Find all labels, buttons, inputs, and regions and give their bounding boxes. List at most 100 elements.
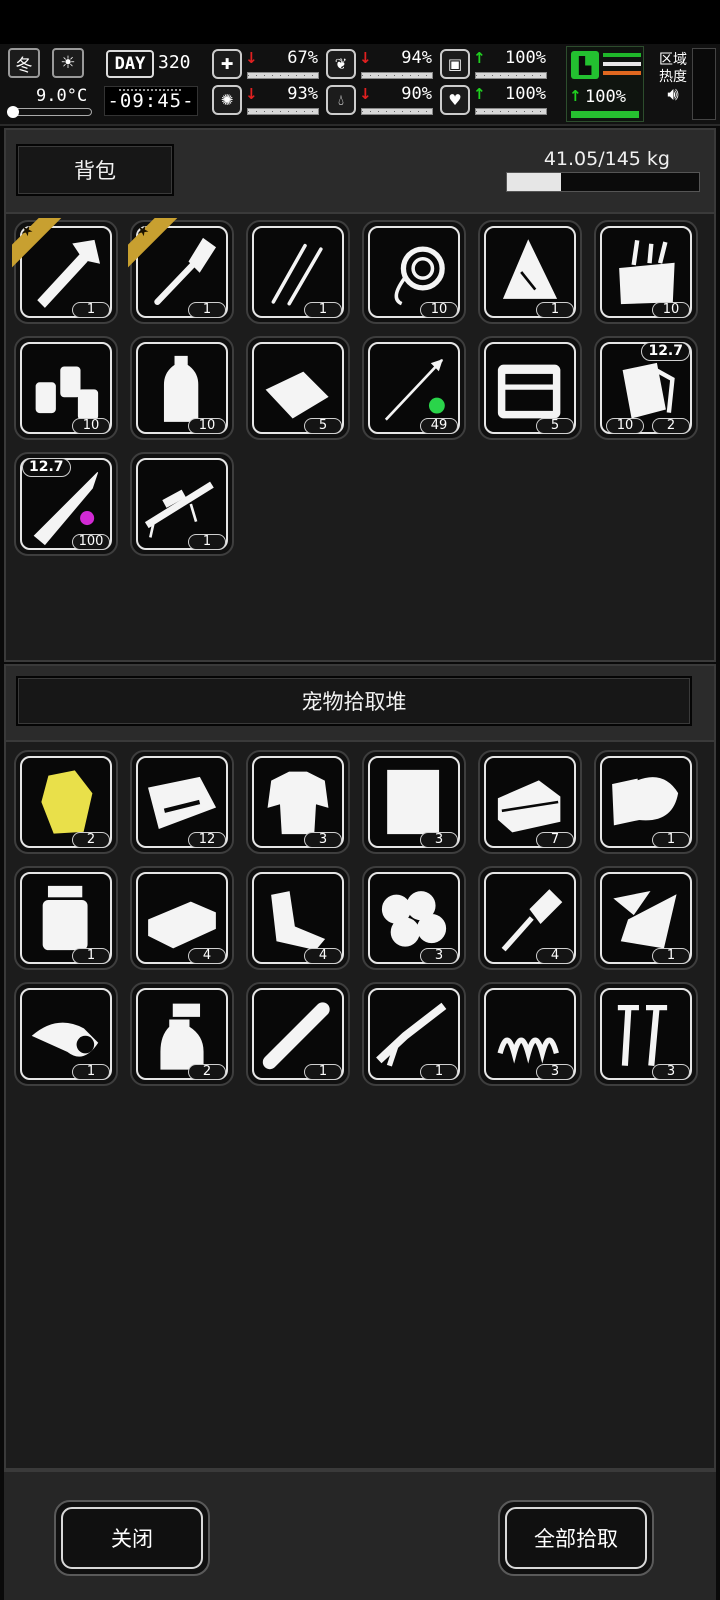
item-count: 1 [420, 1064, 458, 1080]
item-slot[interactable]: 10 [14, 336, 118, 440]
status-bar [0, 0, 720, 44]
down-arrow-icon: ↓ [359, 85, 372, 103]
item-slot[interactable]: 12.7 10 2 [594, 336, 698, 440]
weight-bar-fill [507, 173, 562, 191]
item-slot[interactable]: 3 [478, 982, 582, 1086]
item-slot[interactable]: 1 [594, 866, 698, 970]
health-value: 67% [287, 48, 318, 68]
health-stat: ✚ ↓ 67% [212, 48, 324, 82]
item-slot[interactable]: 3 [594, 982, 698, 1086]
item-count: 7 [536, 832, 574, 848]
backpack-title: 背包 [16, 144, 174, 196]
pet-pile-header: 宠物拾取堆 [6, 666, 714, 742]
item-count: 49 [420, 418, 458, 434]
item-slot[interactable]: 1 [246, 982, 350, 1086]
favorite-star-icon: ★ [12, 218, 64, 270]
item-count: 12 [188, 832, 226, 848]
sanity-stat: ✺ ↓ 93% [212, 84, 324, 118]
item-slot[interactable]: 1 [478, 220, 582, 324]
item-slot[interactable]: ★ 1 [14, 220, 118, 324]
item-slot[interactable]: 5 [478, 336, 582, 440]
item-count: 1 [304, 1064, 342, 1080]
stamina-bar [571, 111, 639, 118]
thermometer-icon [7, 106, 92, 118]
item-count: 4 [536, 948, 574, 964]
item-slot[interactable]: 3 [362, 866, 466, 970]
item-count: 3 [536, 1064, 574, 1080]
thirst-bar [361, 108, 433, 115]
item-count: 10 [652, 302, 690, 318]
item-count: 1 [304, 302, 342, 318]
pet-pile-title: 宠物拾取堆 [16, 676, 692, 726]
item-count: 3 [420, 948, 458, 964]
close-button-label: 关闭 [61, 1507, 203, 1569]
item-slot[interactable]: 1 [14, 982, 118, 1086]
item-slot[interactable]: 10 [362, 220, 466, 324]
speaker-icon[interactable]: 🔊︎ [656, 86, 690, 104]
temperature: 9.0°C [36, 86, 88, 106]
item-count: 1 [72, 1064, 110, 1080]
item-slot[interactable]: 12 [130, 750, 234, 854]
item-count: 4 [188, 948, 226, 964]
item-slot[interactable]: 3 [362, 750, 466, 854]
item-slot[interactable]: 5 [246, 336, 350, 440]
favorite-star-icon: ★ [128, 218, 180, 270]
item-slot[interactable]: 1 [246, 220, 350, 324]
item-slot[interactable]: 1 [14, 866, 118, 970]
item-count: 10 [188, 418, 226, 434]
item-count: 5 [304, 418, 342, 434]
mood-bar [475, 108, 547, 115]
pet-pile-panel: 宠物拾取堆 2 12 3 3 7 1 1 4 4 3 4 1 1 2 1 1 3 3 [4, 664, 716, 1470]
item-count: 1 [72, 948, 110, 964]
brain-icon: ✺ [212, 85, 242, 115]
take-all-button-label: 全部拾取 [505, 1507, 647, 1569]
hunger-stat: ❦ ↓ 94% [326, 48, 438, 82]
item-count: 4 [304, 948, 342, 964]
boot-icon: ▙ [571, 51, 599, 79]
item-slot[interactable]: 4 [130, 866, 234, 970]
stamina-stripe [603, 53, 641, 57]
item-count: 100 [72, 534, 110, 550]
item-slot[interactable]: 49 [362, 336, 466, 440]
item-slot[interactable]: 3 [246, 750, 350, 854]
item-count: 10 [72, 418, 110, 434]
item-slot[interactable]: 12.7 100 [14, 452, 118, 556]
stamina-stripe [603, 71, 641, 75]
item-count: 10 [606, 418, 644, 434]
armor-stat: ▣ ↑ 100% [440, 48, 552, 82]
stamina-panel: ▙ ↑ 100% [566, 46, 644, 122]
item-slot[interactable]: 1 [362, 982, 466, 1086]
item-slot[interactable]: 1 [594, 750, 698, 854]
stamina-stripe [603, 62, 641, 66]
item-slot[interactable]: 7 [478, 750, 582, 854]
item-count: 1 [536, 302, 574, 318]
backpack-header: 背包 41.05/145 kg [6, 130, 714, 214]
item-slot[interactable]: ★ 1 [130, 220, 234, 324]
item-count: 1 [72, 302, 110, 318]
medkit-icon: ✚ [212, 49, 242, 79]
item-count: 2 [72, 832, 110, 848]
item-count: 1 [652, 832, 690, 848]
bottom-bar: 关闭 全部拾取 [4, 1470, 716, 1600]
armor-value: 100% [505, 48, 546, 68]
stamina-stripes [603, 53, 641, 80]
item-slot[interactable]: 2 [14, 750, 118, 854]
backpack-panel: 背包 41.05/145 kg ★ 1 ★ 1 1 10 1 10 10 10 5 49 5 12.7 10… [4, 128, 716, 662]
item-slot[interactable]: 4 [246, 866, 350, 970]
item-slot[interactable]: 10 [594, 220, 698, 324]
item-slot[interactable]: 1 [130, 452, 234, 556]
item-slot[interactable]: 4 [478, 866, 582, 970]
sanity-bar [247, 108, 319, 115]
item-slot[interactable]: 2 [130, 982, 234, 1086]
sanity-value: 93% [287, 84, 318, 104]
up-arrow-icon: ↑ [473, 49, 486, 67]
thirst-stat: 💧︎ ↓ 90% [326, 84, 438, 118]
heart-icon: ♥ [440, 85, 470, 115]
item-count: 3 [304, 832, 342, 848]
take-all-button[interactable]: 全部拾取 [498, 1500, 654, 1576]
close-button[interactable]: 关闭 [54, 1500, 210, 1576]
item-slot[interactable]: 10 [130, 336, 234, 440]
zone-heat[interactable]: 区域 热度 🔊︎ [656, 52, 690, 104]
armor-bar [475, 72, 547, 79]
capsule-icon: ▣ [440, 49, 470, 79]
